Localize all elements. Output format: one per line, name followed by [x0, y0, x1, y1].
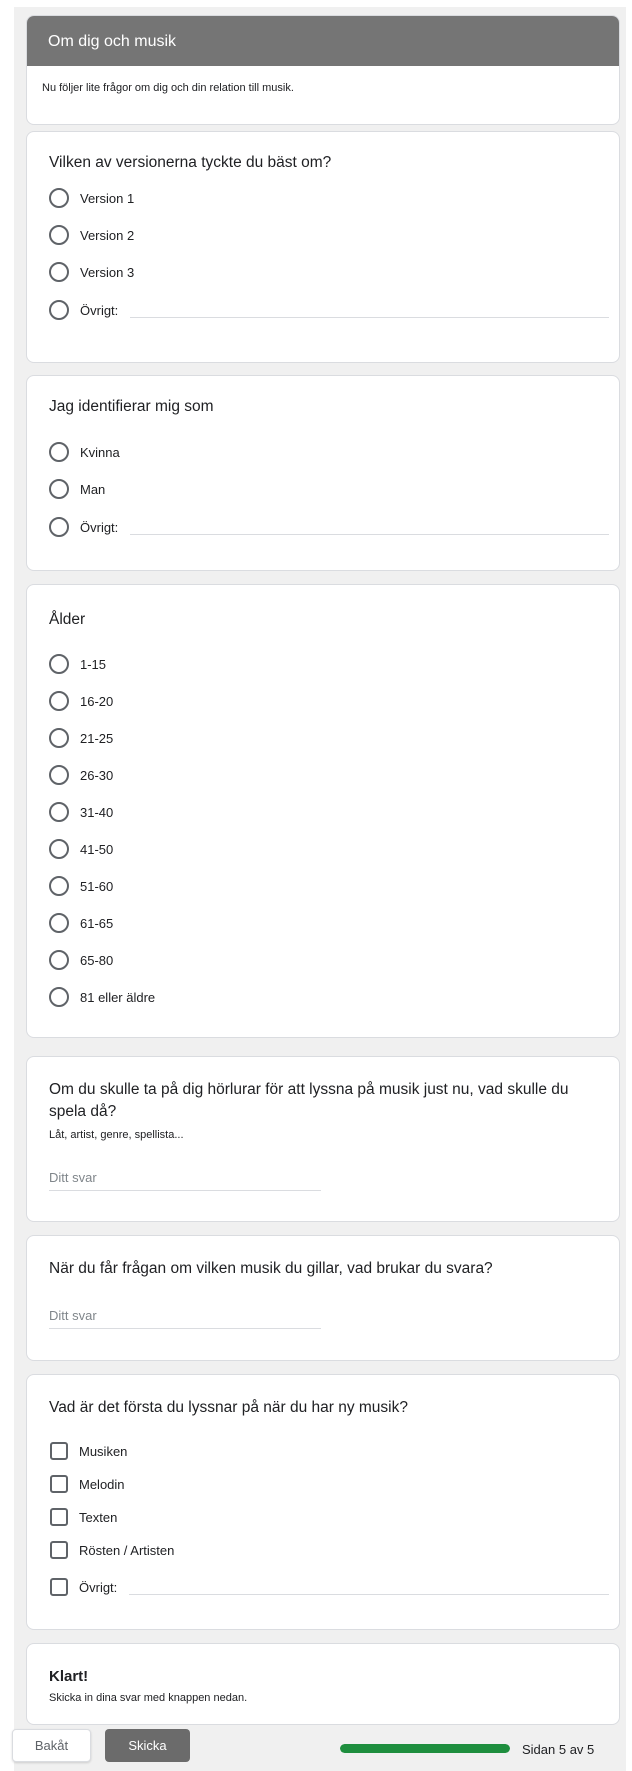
question-version-card: Vilken av versionerna tyckte du bäst om?…	[26, 131, 620, 363]
done-card: Klart! Skicka in dina svar med knappen n…	[26, 1643, 620, 1725]
radio-option-age[interactable]: 21-25	[49, 727, 609, 749]
headphones-answer-input[interactable]	[49, 1165, 321, 1191]
radio-button[interactable]	[49, 517, 69, 537]
option-label: Rösten / Artisten	[79, 1542, 175, 1558]
radio-button[interactable]	[49, 802, 69, 822]
radio-option-age[interactable]: 26-30	[49, 764, 609, 786]
option-label: Musiken	[79, 1443, 128, 1459]
question-age-card: Ålder 1-15 16-20 21-25 26-30 31-40 41-50…	[26, 584, 620, 1038]
radio-option-age[interactable]: 61-65	[49, 912, 609, 934]
done-title: Klart!	[49, 1668, 89, 1685]
progress-bar	[340, 1744, 510, 1753]
form-page: Om dig och musik Nu följer lite frågor o…	[14, 7, 626, 1771]
checkbox-option-texten[interactable]: Texten	[49, 1506, 609, 1528]
radio-option-other[interactable]: Övrigt:	[49, 299, 609, 321]
checkbox-option-rosten[interactable]: Rösten / Artisten	[49, 1539, 609, 1561]
section-header-card: Om dig och musik Nu följer lite frågor o…	[26, 15, 620, 125]
back-button[interactable]: Bakåt	[12, 1729, 91, 1762]
question-title: Om du skulle ta på dig hörlurar för att …	[49, 1081, 569, 1120]
radio-option-other[interactable]: Övrigt:	[49, 516, 609, 538]
radio-option-age[interactable]: 51-60	[49, 875, 609, 897]
question-first-listen-card: Vad är det första du lyssnar på när du h…	[26, 1374, 620, 1630]
option-label: 61-65	[80, 915, 114, 931]
option-label: Övrigt:	[80, 519, 119, 535]
other-text-input[interactable]	[130, 316, 609, 318]
radio-option-version-1[interactable]: Version 1	[49, 187, 609, 209]
section-title: Om dig och musik	[27, 16, 619, 66]
radio-option-age[interactable]: 31-40	[49, 801, 609, 823]
radio-option-age[interactable]: 65-80	[49, 949, 609, 971]
radio-button[interactable]	[49, 728, 69, 748]
radio-button[interactable]	[49, 765, 69, 785]
checkbox[interactable]	[50, 1578, 68, 1596]
question-title: Ålder	[49, 611, 86, 628]
question-title: Vad är det första du lyssnar på när du h…	[49, 1399, 408, 1416]
done-description: Skicka in dina svar med knappen nedan.	[49, 1692, 248, 1704]
option-label: 1-15	[80, 656, 107, 672]
radio-button[interactable]	[49, 300, 69, 320]
radio-option-kvinna[interactable]: Kvinna	[49, 441, 609, 463]
option-label: 65-80	[80, 952, 114, 968]
submit-button[interactable]: Skicka	[105, 1729, 190, 1762]
checkbox-option-melodin[interactable]: Melodin	[49, 1473, 609, 1495]
other-text-input[interactable]	[129, 1593, 609, 1595]
radio-option-age[interactable]: 81 eller äldre	[49, 986, 609, 1008]
progress-bar-fill	[340, 1744, 510, 1753]
radio-button[interactable]	[49, 691, 69, 711]
radio-option-version-3[interactable]: Version 3	[49, 261, 609, 283]
option-label: Övrigt:	[79, 1579, 118, 1595]
radio-option-age[interactable]: 1-15	[49, 653, 609, 675]
option-label: Melodin	[79, 1476, 125, 1492]
option-label: 41-50	[80, 841, 114, 857]
radio-button[interactable]	[49, 479, 69, 499]
option-label: Version 1	[80, 190, 135, 206]
radio-option-age[interactable]: 16-20	[49, 690, 609, 712]
option-label: Version 2	[80, 227, 135, 243]
question-title: Jag identifierar mig som	[49, 398, 214, 415]
option-label: 16-20	[80, 693, 114, 709]
radio-option-version-2[interactable]: Version 2	[49, 224, 609, 246]
question-identity-card: Jag identifierar mig som Kvinna Man Övri…	[26, 375, 620, 571]
question-title: Vilken av versionerna tyckte du bäst om?	[49, 154, 332, 171]
radio-button[interactable]	[49, 839, 69, 859]
radio-button[interactable]	[49, 913, 69, 933]
radio-option-man[interactable]: Man	[49, 478, 609, 500]
radio-button[interactable]	[49, 225, 69, 245]
radio-button[interactable]	[49, 876, 69, 896]
other-text-input[interactable]	[130, 533, 609, 535]
option-label: Övrigt:	[80, 302, 119, 318]
checkbox-option-other[interactable]: Övrigt:	[49, 1576, 609, 1598]
radio-button[interactable]	[49, 442, 69, 462]
checkbox[interactable]	[50, 1442, 68, 1460]
question-helper-text: Låt, artist, genre, spellista...	[49, 1129, 184, 1141]
option-label: Texten	[79, 1509, 118, 1525]
checkbox-option-musiken[interactable]: Musiken	[49, 1440, 609, 1462]
option-label: 31-40	[80, 804, 114, 820]
option-label: Version 3	[80, 264, 135, 280]
radio-button[interactable]	[49, 188, 69, 208]
radio-button[interactable]	[49, 654, 69, 674]
music-answer-input[interactable]	[49, 1303, 321, 1329]
radio-button[interactable]	[49, 950, 69, 970]
option-label: 21-25	[80, 730, 114, 746]
question-title: När du får frågan om vilken musik du gil…	[49, 1260, 493, 1277]
question-headphones-card: Om du skulle ta på dig hörlurar för att …	[26, 1056, 620, 1222]
radio-button[interactable]	[49, 987, 69, 1007]
option-label: Kvinna	[80, 444, 120, 460]
radio-option-age[interactable]: 41-50	[49, 838, 609, 860]
checkbox[interactable]	[50, 1475, 68, 1493]
option-label: Man	[80, 481, 106, 497]
question-answer-card: När du får frågan om vilken musik du gil…	[26, 1235, 620, 1361]
option-label: 51-60	[80, 878, 114, 894]
checkbox[interactable]	[50, 1541, 68, 1559]
radio-button[interactable]	[49, 262, 69, 282]
checkbox[interactable]	[50, 1508, 68, 1526]
option-label: 26-30	[80, 767, 114, 783]
progress-label: Sidan 5 av 5	[522, 1742, 595, 1757]
section-description: Nu följer lite frågor om dig och din rel…	[42, 82, 294, 94]
option-label: 81 eller äldre	[80, 989, 156, 1005]
